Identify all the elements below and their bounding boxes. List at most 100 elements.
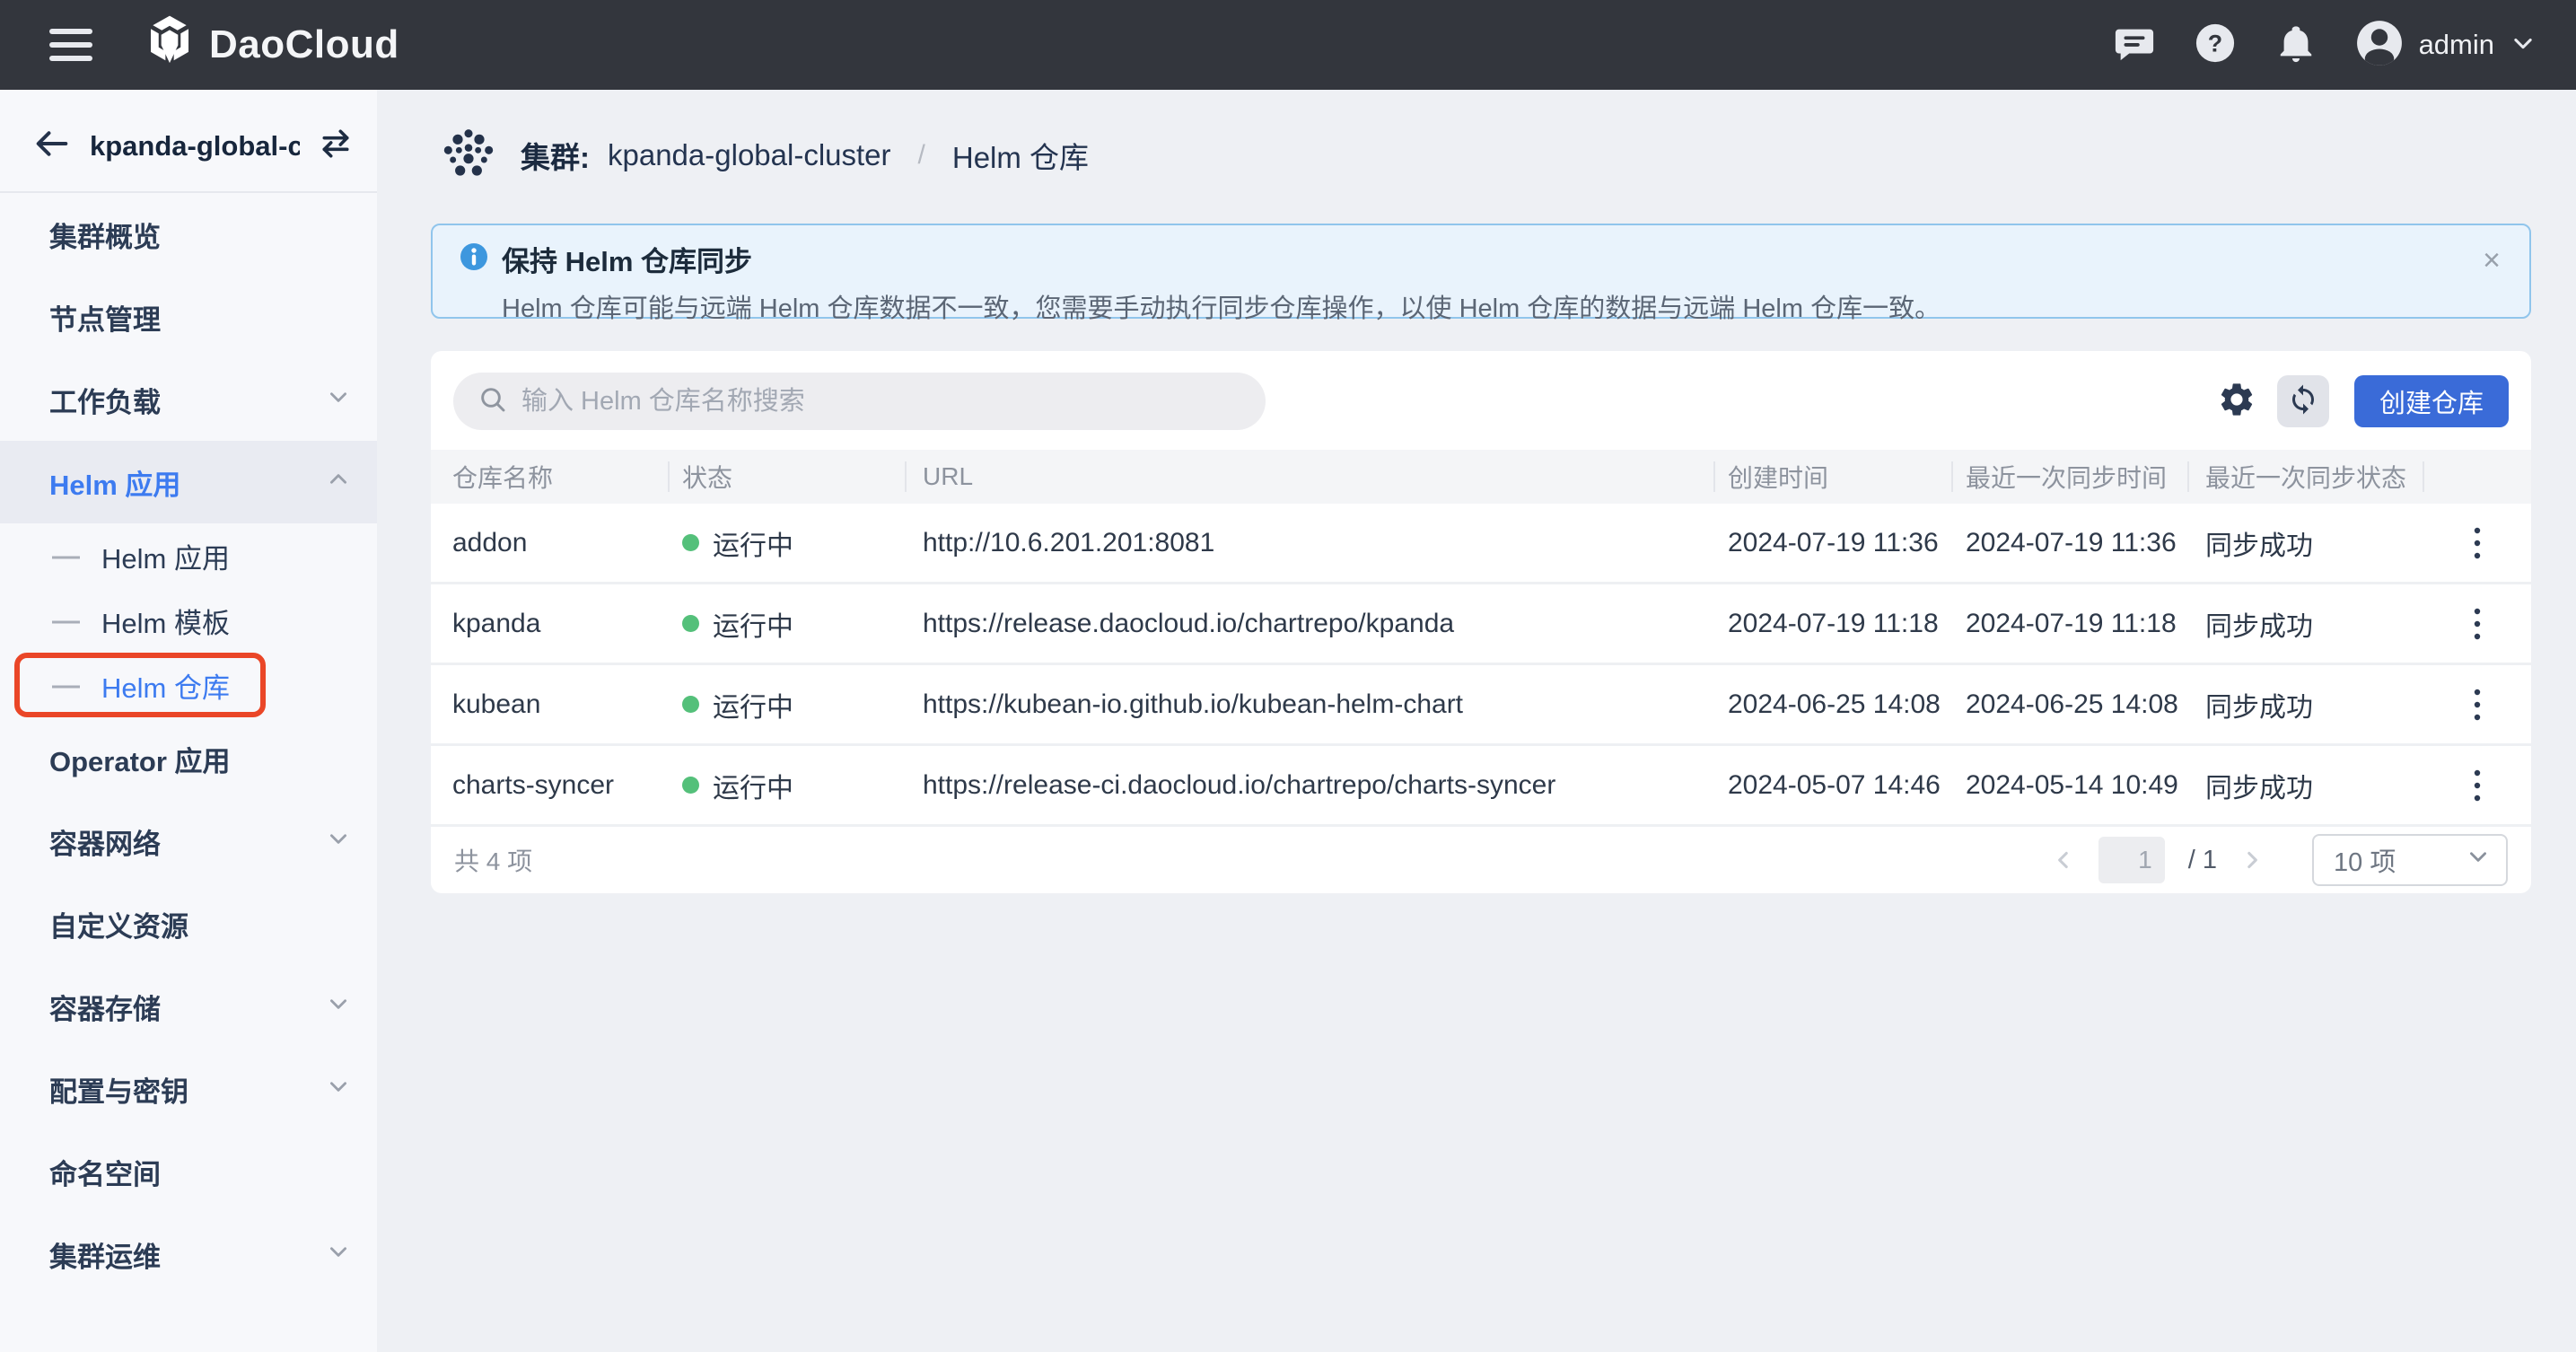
help-button[interactable]: ? bbox=[2195, 22, 2236, 68]
chevron-down-icon bbox=[327, 1238, 350, 1270]
chevron-down-icon bbox=[2466, 845, 2490, 875]
repo-card: 创建仓库 仓库名称 状态 URL 创建时间 最近一次同步时间 最近一次同步状态 … bbox=[431, 351, 2531, 893]
dash-icon: — bbox=[52, 604, 80, 636]
banner-title: 保持 Helm 仓库同步 bbox=[502, 239, 752, 279]
column-header-name: 仓库名称 bbox=[431, 450, 668, 504]
repo-last-sync-cell: 2024-07-19 11:36 bbox=[1951, 528, 2187, 558]
repo-last-sync-cell: 2024-07-19 11:18 bbox=[1951, 609, 2187, 639]
settings-button[interactable] bbox=[2211, 375, 2263, 427]
info-banner: 保持 Helm 仓库同步 Helm 仓库可能与远端 Helm 仓库数据不一致，您… bbox=[431, 224, 2531, 319]
chevron-right-icon[interactable] bbox=[2240, 848, 2264, 872]
repo-status-cell: 运行中 bbox=[668, 604, 905, 644]
sidebar-item-node-management[interactable]: 节点管理 bbox=[0, 276, 377, 358]
sidebar-item-cluster-ops[interactable]: 集群运维 bbox=[0, 1213, 377, 1295]
svg-text:?: ? bbox=[2207, 30, 2221, 57]
repo-table: 仓库名称 状态 URL 创建时间 最近一次同步时间 最近一次同步状态 addon… bbox=[431, 450, 2531, 893]
row-actions-kebab-icon[interactable] bbox=[2460, 517, 2494, 569]
column-header-actions bbox=[2423, 450, 2531, 504]
row-actions-kebab-icon[interactable] bbox=[2460, 759, 2494, 812]
gear-icon bbox=[2217, 380, 2256, 424]
sidebar-subitem-helm-apps[interactable]: — Helm 应用 bbox=[0, 523, 377, 588]
daocloud-logo-icon bbox=[145, 15, 195, 75]
repo-status-cell: 运行中 bbox=[668, 685, 905, 724]
repo-sync-status-cell: 同步成功 bbox=[2187, 685, 2423, 724]
repo-name-cell: charts-syncer bbox=[431, 770, 668, 801]
chevron-down-icon bbox=[327, 1073, 350, 1105]
toolbar: 创建仓库 bbox=[431, 373, 2531, 430]
sidebar-item-cluster-overview[interactable]: 集群概览 bbox=[0, 193, 377, 276]
help-icon: ? bbox=[2195, 22, 2236, 68]
back-arrow-icon[interactable] bbox=[34, 127, 70, 164]
switch-cluster-icon[interactable] bbox=[320, 127, 352, 164]
column-header-sync-status: 最近一次同步状态 bbox=[2187, 450, 2423, 504]
user-name: admin bbox=[2419, 29, 2494, 61]
sidebar-subitem-helm-templates[interactable]: — Helm 模板 bbox=[0, 588, 377, 653]
sidebar-subitem-helm-repos[interactable]: — Helm 仓库 bbox=[0, 653, 377, 717]
sidebar-header: kpanda-global-cl... bbox=[0, 90, 377, 193]
sidebar-item-namespaces[interactable]: 命名空间 bbox=[0, 1130, 377, 1213]
status-running-dot bbox=[682, 696, 699, 713]
page-total: / 1 bbox=[2188, 846, 2217, 875]
sidebar-item-helm-apps[interactable]: Helm 应用 bbox=[0, 441, 377, 523]
breadcrumb: 集群: kpanda-global-cluster / Helm 仓库 bbox=[377, 90, 2576, 186]
banner-body: Helm 仓库可能与远端 Helm 仓库数据不一致，您需要手动执行同步仓库操作，… bbox=[502, 287, 2502, 325]
sidebar-item-custom-resources[interactable]: 自定义资源 bbox=[0, 882, 377, 965]
breadcrumb-cluster-link[interactable]: kpanda-global-cluster bbox=[608, 138, 891, 172]
chevron-up-icon bbox=[327, 466, 350, 498]
page-size-select[interactable]: 10 项 bbox=[2312, 834, 2508, 886]
bell-icon bbox=[2275, 22, 2317, 68]
sidebar-item-workloads[interactable]: 工作负载 bbox=[0, 358, 377, 441]
repo-created-cell: 2024-06-25 14:08 bbox=[1713, 689, 1951, 720]
chevron-left-icon[interactable] bbox=[2052, 848, 2075, 872]
repo-status-cell: 运行中 bbox=[668, 766, 905, 805]
chevron-down-icon bbox=[327, 383, 350, 416]
search-input[interactable] bbox=[521, 387, 1240, 417]
main-content: 集群: kpanda-global-cluster / Helm 仓库 保持 H… bbox=[377, 90, 2576, 1352]
menu-toggle-button[interactable] bbox=[49, 29, 92, 61]
search-box bbox=[453, 373, 1266, 430]
column-header-url: URL bbox=[905, 450, 1713, 504]
sidebar-item-config-secrets[interactable]: 配置与密钥 bbox=[0, 1048, 377, 1130]
repo-name-cell: kpanda bbox=[431, 609, 668, 639]
user-menu[interactable]: admin bbox=[2356, 20, 2536, 71]
chat-icon bbox=[2114, 22, 2155, 68]
repo-created-cell: 2024-07-19 11:36 bbox=[1713, 528, 1951, 558]
table-row: charts-syncer 运行中 https://release-ci.dao… bbox=[431, 746, 2531, 827]
chevron-down-icon bbox=[327, 990, 350, 1023]
topbar: DaoCloud ? bbox=[0, 0, 2576, 90]
create-repo-button[interactable]: 创建仓库 bbox=[2354, 375, 2509, 427]
brand-name: DaoCloud bbox=[209, 22, 399, 67]
table-row: addon 运行中 http://10.6.201.201:8081 2024-… bbox=[431, 504, 2531, 584]
repo-last-sync-cell: 2024-05-14 10:49 bbox=[1951, 770, 2187, 801]
repo-url-cell: https://release-ci.daocloud.io/chartrepo… bbox=[905, 770, 1713, 801]
sidebar-nav: 集群概览 节点管理 工作负载 Helm 应用 — Helm 应用 — Helm … bbox=[0, 193, 377, 1295]
sidebar: kpanda-global-cl... 集群概览 节点管理 工作负载 Helm … bbox=[0, 90, 377, 1352]
repo-name-cell: addon bbox=[431, 528, 668, 558]
sidebar-item-container-storage[interactable]: 容器存储 bbox=[0, 965, 377, 1048]
refresh-button[interactable] bbox=[2277, 375, 2329, 427]
cluster-name[interactable]: kpanda-global-cl... bbox=[90, 130, 300, 162]
sidebar-item-container-network[interactable]: 容器网络 bbox=[0, 800, 377, 882]
repo-sync-status-cell: 同步成功 bbox=[2187, 766, 2423, 805]
pagination: 1 / 1 10 项 bbox=[2052, 834, 2508, 886]
row-actions-kebab-icon[interactable] bbox=[2460, 598, 2494, 650]
status-running-dot bbox=[682, 777, 699, 794]
info-icon bbox=[460, 242, 488, 276]
table-row: kubean 运行中 https://kubean-io.github.io/k… bbox=[431, 665, 2531, 746]
status-running-dot bbox=[682, 615, 699, 632]
notifications-button[interactable] bbox=[2275, 22, 2317, 68]
repo-url-cell: https://kubean-io.github.io/kubean-helm-… bbox=[905, 689, 1713, 720]
sidebar-item-operator-apps[interactable]: Operator 应用 bbox=[0, 717, 377, 800]
table-header-row: 仓库名称 状态 URL 创建时间 最近一次同步时间 最近一次同步状态 bbox=[431, 450, 2531, 504]
messages-button[interactable] bbox=[2114, 22, 2155, 68]
dash-icon: — bbox=[52, 669, 80, 701]
total-count: 共 4 项 bbox=[454, 842, 532, 878]
repo-status-cell: 运行中 bbox=[668, 523, 905, 563]
status-running-dot bbox=[682, 534, 699, 551]
page-number-input[interactable]: 1 bbox=[2098, 837, 2165, 883]
breadcrumb-prefix: 集群: bbox=[521, 134, 590, 177]
breadcrumb-current: Helm 仓库 bbox=[952, 134, 1089, 177]
search-icon bbox=[478, 385, 507, 418]
row-actions-kebab-icon[interactable] bbox=[2460, 679, 2494, 731]
close-icon[interactable]: × bbox=[2483, 245, 2501, 276]
